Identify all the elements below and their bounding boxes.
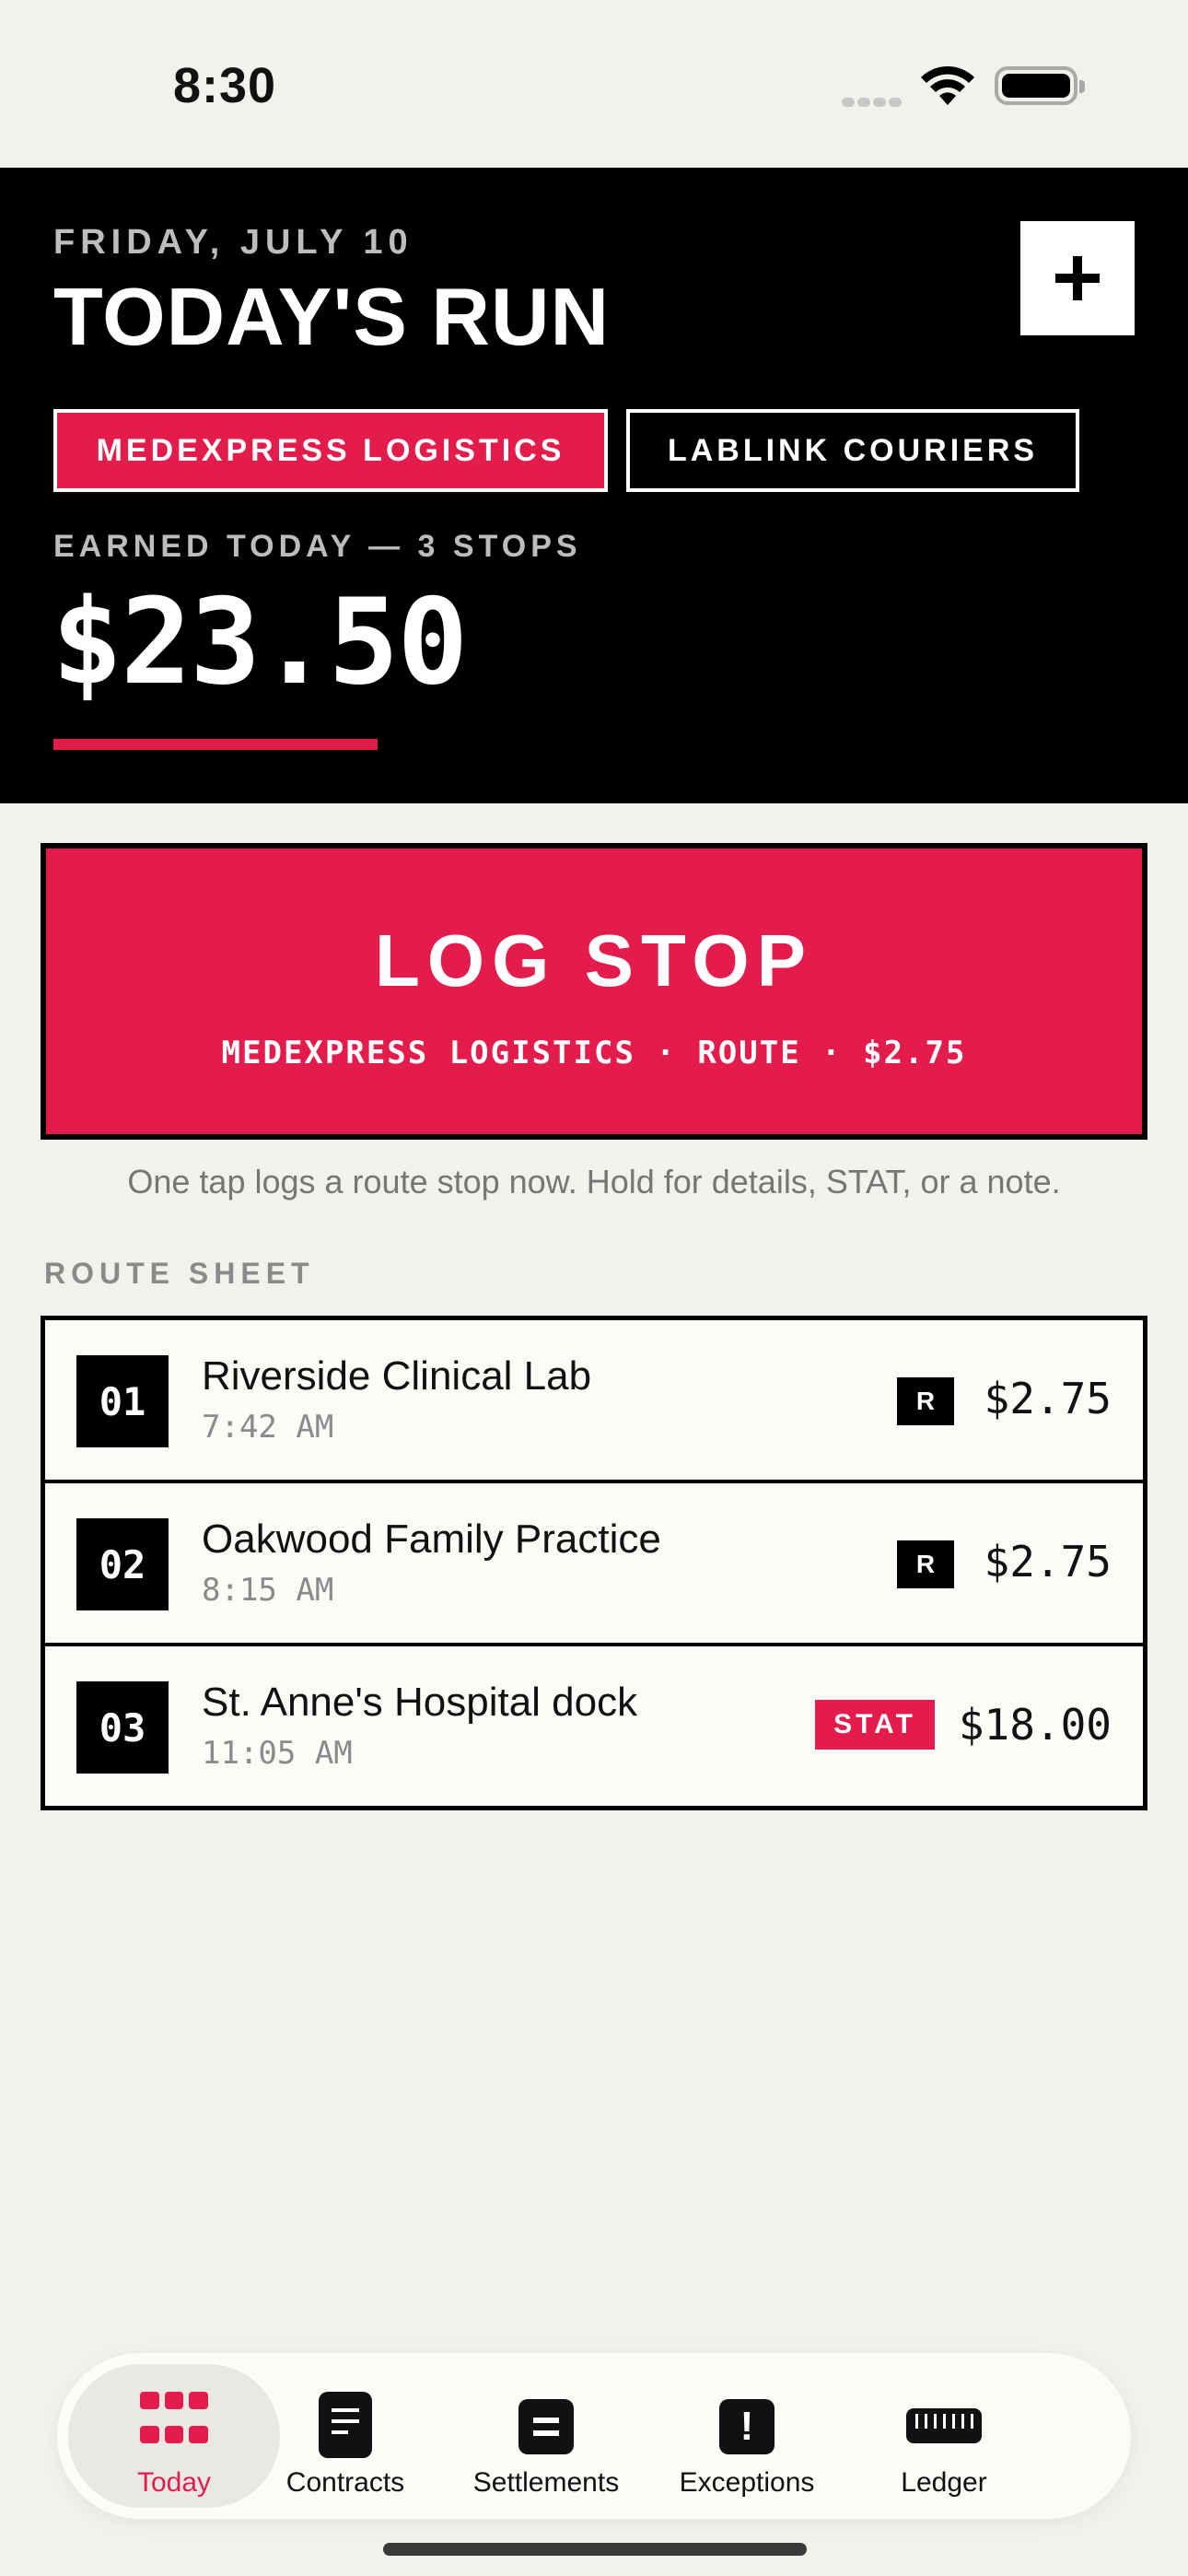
- status-time: 8:30: [173, 58, 277, 113]
- stop-time: 7:42 AM: [202, 1409, 334, 1446]
- ruler-icon: [906, 2408, 982, 2443]
- nav-label: Exceptions: [679, 2467, 815, 2498]
- stop-amount: $2.75: [984, 1374, 1112, 1423]
- log-stop-button[interactable]: LOG STOP MEDEXPRESS LOGISTICS · ROUTE · …: [41, 843, 1147, 1140]
- nav-ledger[interactable]: Ledger: [838, 2364, 1050, 2508]
- plus-icon-stroke: [1073, 256, 1082, 300]
- cellular-signal-icon: [842, 95, 904, 111]
- stop-number: 02: [76, 1518, 169, 1610]
- stat-badge: STAT: [815, 1700, 935, 1750]
- tab-lablink-couriers[interactable]: LABLINK COURIERS: [626, 409, 1079, 492]
- exclamation-icon: !: [719, 2399, 775, 2454]
- run-header: FRIDAY, JULY 10 TODAY'S RUN MEDEXPRESS L…: [0, 168, 1188, 803]
- grid-icon: [140, 2392, 208, 2454]
- battery-icon: [995, 66, 1085, 105]
- log-stop-subtitle: MEDEXPRESS LOGISTICS · ROUTE · $2.75: [221, 1035, 967, 1071]
- route-row[interactable]: 01 Riverside Clinical Lab 7:42 AM R $2.7…: [45, 1320, 1143, 1480]
- stop-name: Oakwood Family Practice: [202, 1516, 661, 1562]
- nav-label: Settlements: [472, 2467, 620, 2498]
- earned-label: EARNED TODAY — 3 STOPS: [53, 529, 582, 564]
- earned-amount: $23.50: [52, 574, 468, 711]
- nav-exceptions[interactable]: ! Exceptions: [641, 2364, 853, 2508]
- nav-settlements[interactable]: Settlements: [440, 2364, 652, 2508]
- header-date: FRIDAY, JULY 10: [53, 223, 413, 262]
- route-row[interactable]: 02 Oakwood Family Practice 8:15 AM R $2.…: [45, 1480, 1143, 1643]
- wifi-icon: [921, 65, 974, 105]
- nav-label: Contracts: [285, 2467, 405, 2498]
- nav-label: Ledger: [901, 2467, 987, 2498]
- status-bar: 8:30: [0, 0, 1188, 168]
- earned-underline: [53, 739, 378, 750]
- route-sheet-list: 01 Riverside Clinical Lab 7:42 AM R $2.7…: [41, 1316, 1147, 1810]
- document-icon: [319, 2392, 372, 2458]
- tab-medexpress-logistics[interactable]: MEDEXPRESS LOGISTICS: [53, 409, 608, 492]
- stop-time: 8:15 AM: [202, 1572, 334, 1609]
- stop-name: Riverside Clinical Lab: [202, 1353, 592, 1399]
- route-badge: R: [897, 1540, 954, 1588]
- equals-icon: [518, 2399, 574, 2454]
- route-sheet-label: ROUTE SHEET: [44, 1257, 315, 1290]
- nav-contracts[interactable]: Contracts: [239, 2364, 451, 2508]
- route-row[interactable]: 03 St. Anne's Hospital dock 11:05 AM STA…: [45, 1643, 1143, 1806]
- stop-name: St. Anne's Hospital dock: [202, 1680, 638, 1725]
- stop-time: 11:05 AM: [202, 1735, 353, 1772]
- route-badge: R: [897, 1377, 954, 1425]
- bottom-tab-bar: Today Contracts Settlements ! Exceptions…: [57, 2353, 1131, 2519]
- stop-number: 01: [76, 1355, 169, 1447]
- add-button[interactable]: [1020, 221, 1135, 335]
- home-indicator: [383, 2543, 807, 2556]
- stop-number: 03: [76, 1681, 169, 1774]
- log-stop-hint: One tap logs a route stop now. Hold for …: [127, 1163, 1061, 1200]
- stop-amount: $2.75: [984, 1537, 1112, 1587]
- log-stop-title: LOG STOP: [375, 919, 813, 1001]
- stop-amount: $18.00: [958, 1700, 1112, 1750]
- page-title: TODAY'S RUN: [53, 271, 611, 362]
